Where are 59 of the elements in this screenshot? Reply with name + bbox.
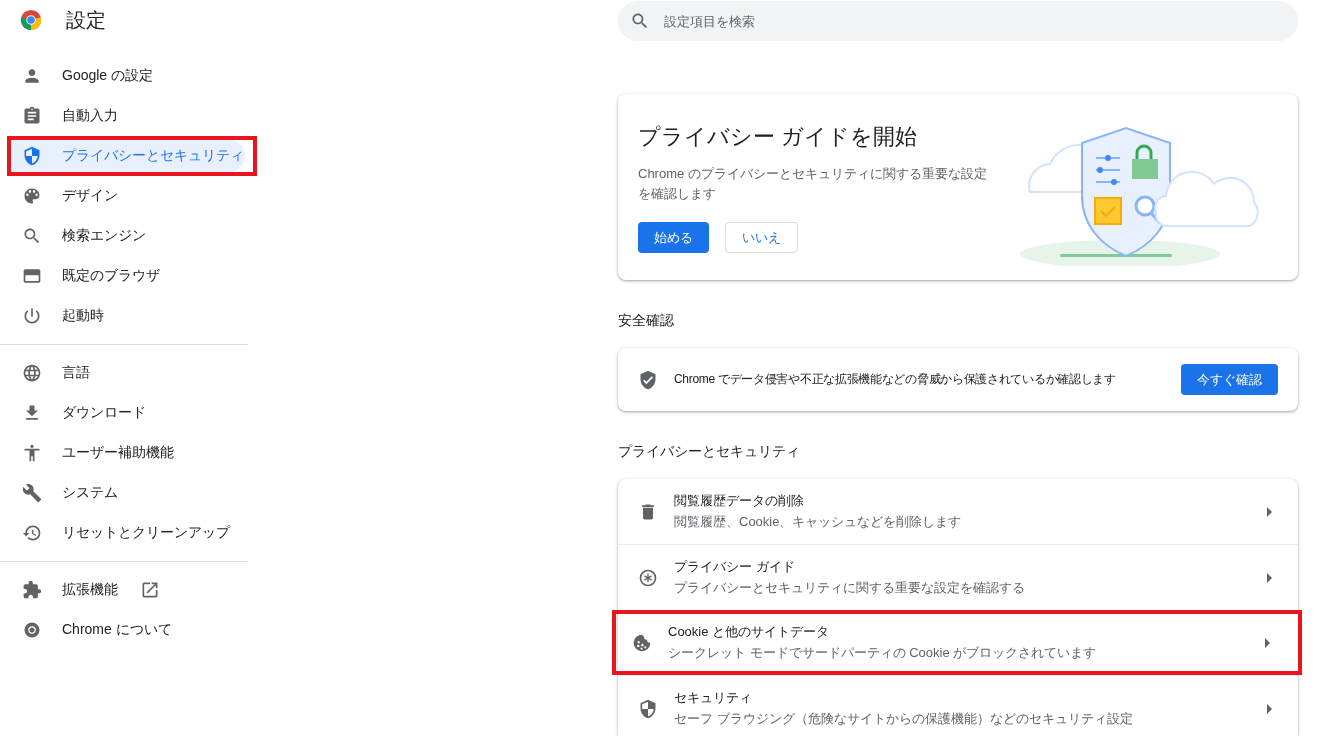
palette-icon (22, 186, 42, 206)
shield-check-icon (638, 369, 658, 390)
section-heading: 安全確認 (618, 312, 675, 330)
shield-icon (638, 698, 658, 719)
search-icon (22, 226, 42, 246)
row-title: プライバシー ガイド (674, 558, 796, 576)
sidebar-item[interactable]: システム (0, 473, 245, 513)
wrench-icon (22, 483, 42, 503)
asterisk-circle-icon (638, 567, 658, 588)
row-subtitle: セーフ ブラウジング（危険なサイトからの保護機能）などのセキュリティ設定 (674, 710, 1134, 728)
row-title: セキュリティ (674, 689, 753, 707)
clipboard-icon (22, 106, 42, 126)
caret-right-icon (1267, 703, 1272, 714)
settings-row[interactable]: セキュリティ セーフ ブラウジング（危険なサイトからの保護機能）などのセキュリティ設定 (618, 676, 1298, 736)
sidebar-item[interactable]: ユーザー補助機能 (0, 433, 245, 473)
sidebar-item[interactable]: リセットとクリーンアップ (0, 513, 245, 553)
cookie-icon (632, 632, 652, 653)
sidebar-item[interactable]: Google の設定 (0, 56, 245, 96)
settings-row[interactable]: 閲覧履歴データの削除 閲覧履歴、Cookie、キャッシュなどを削除します (618, 479, 1298, 544)
sidebar-item[interactable]: デザイン (0, 176, 245, 216)
row-subtitle: プライバシーとセキュリティに関する重要な設定を確認する (674, 579, 1026, 597)
sidebar-item[interactable]: 既定のブラウザ (0, 256, 245, 296)
puzzle-icon (22, 580, 42, 600)
card-description: Chrome のプライバシーとセキュリティに関する重要な設定を確認します (638, 165, 988, 203)
chrome-logo-icon (20, 9, 42, 31)
browser-window-icon (22, 266, 42, 286)
accessibility-icon (22, 443, 42, 463)
external-link-icon (140, 580, 160, 600)
sidebar-item[interactable]: 拡張機能 (0, 570, 245, 610)
sidebar-item[interactable]: 言語 (0, 353, 245, 393)
history-icon (22, 523, 42, 543)
row-title: 閲覧履歴データの削除 (674, 492, 805, 510)
row-subtitle: シークレット モードでサードパーティの Cookie がブロックされています (668, 644, 1098, 662)
check-now-button[interactable]: 今すぐ確認 (1181, 364, 1278, 395)
sidebar-item[interactable]: 自動入力 (0, 96, 245, 136)
settings-row[interactable]: Cookie と他のサイトデータ シークレット モードでサードパーティの Cookie がブロックされています (616, 614, 1298, 671)
search-field[interactable]: 設定項目を検索 (618, 1, 1298, 41)
card-title: プライバシー ガイドを開始 (638, 123, 919, 151)
caret-right-icon (1265, 637, 1270, 648)
settings-row[interactable]: プライバシー ガイド プライバシーとセキュリティに関する重要な設定を確認する (618, 545, 1298, 610)
row-title: Cookie と他のサイトデータ (668, 623, 831, 641)
safety-check-text: Chrome でデータ侵害や不正な拡張機能などの脅威から保護されているか確認します (674, 371, 1117, 388)
globe-icon (22, 363, 42, 383)
caret-right-icon (1267, 572, 1272, 583)
sidebar-item[interactable]: 検索エンジン (0, 216, 245, 256)
sidebar-item[interactable]: ダウンロード (0, 393, 245, 433)
power-icon (22, 306, 42, 326)
section-heading: プライバシーとセキュリティ (618, 443, 801, 461)
search-icon (630, 11, 650, 31)
decline-button[interactable]: いいえ (725, 222, 798, 253)
page-title: 設定 (66, 7, 106, 33)
sidebar-item[interactable]: Chrome について (0, 610, 245, 650)
shield-icon (22, 146, 42, 166)
sidebar-item[interactable]: プライバシーとセキュリティ (11, 140, 245, 172)
row-subtitle: 閲覧履歴、Cookie、キャッシュなどを削除します (674, 513, 963, 531)
sidebar-item[interactable]: 起動時 (0, 296, 245, 336)
caret-right-icon (1267, 506, 1272, 517)
chrome-logo-icon (22, 620, 42, 640)
start-button[interactable]: 始める (638, 222, 709, 253)
